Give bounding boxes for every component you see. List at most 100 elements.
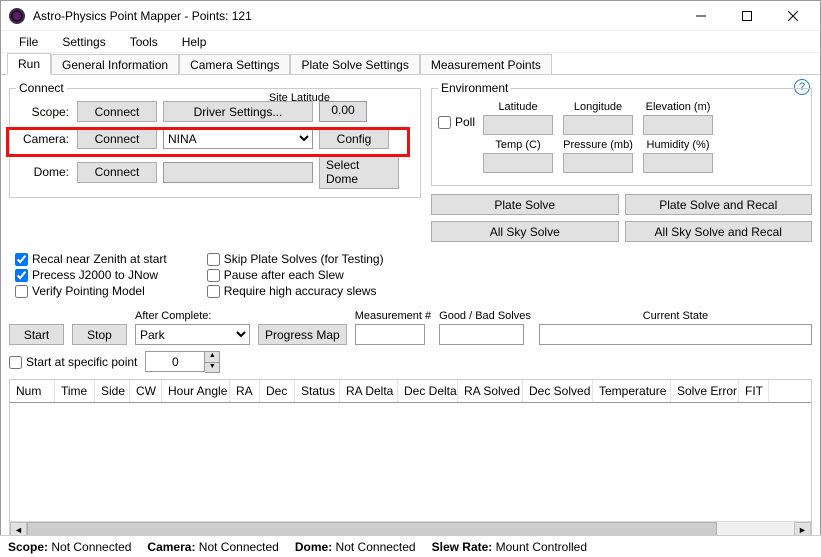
env-elev-value: [643, 115, 713, 135]
env-lat-value: [483, 115, 553, 135]
chk-verify-model-label: Verify Pointing Model: [32, 284, 145, 298]
status-scope-label: Scope:: [8, 540, 48, 554]
measurement-field[interactable]: [355, 324, 425, 345]
dome-connect-button[interactable]: Connect: [77, 162, 157, 183]
env-hum-label: Humidity (%): [647, 139, 710, 151]
poll-checkbox[interactable]: [438, 116, 451, 129]
col-num[interactable]: Num: [10, 380, 55, 402]
col-side[interactable]: Side: [95, 380, 130, 402]
chk-start-at-point-label: Start at specific point: [26, 355, 137, 369]
tab-plate-solve-settings[interactable]: Plate Solve Settings: [290, 54, 419, 75]
poll-label: Poll: [455, 115, 475, 129]
chk-high-accuracy[interactable]: [207, 285, 220, 298]
col-solve-error[interactable]: Solve Error: [671, 380, 739, 402]
scope-connect-button[interactable]: Connect: [77, 101, 157, 122]
col-ra[interactable]: RA: [230, 380, 260, 402]
close-button[interactable]: [770, 1, 816, 31]
chk-recal-zenith-label: Recal near Zenith at start: [32, 252, 167, 266]
status-scope-value: Not Connected: [51, 540, 131, 554]
status-slew-label: Slew Rate:: [432, 540, 493, 554]
env-press-value: [563, 153, 633, 173]
dome-name-field: [163, 162, 313, 183]
scope-label: Scope:: [16, 105, 71, 119]
start-at-point-value[interactable]: [145, 351, 205, 372]
col-temperature[interactable]: Temperature: [593, 380, 671, 402]
env-hum-value: [643, 153, 713, 173]
status-camera-label: Camera:: [147, 540, 195, 554]
chk-pause-slew[interactable]: [207, 269, 220, 282]
spin-up-icon[interactable]: ▲: [205, 352, 219, 362]
all-sky-solve-button[interactable]: All Sky Solve: [431, 221, 619, 242]
status-bar: Scope: Not Connected Camera: Not Connect…: [0, 535, 821, 557]
col-time[interactable]: Time: [55, 380, 95, 402]
plate-solve-recal-button[interactable]: Plate Solve and Recal: [625, 194, 813, 215]
env-press-label: Pressure (mb): [563, 139, 633, 151]
all-sky-recal-button[interactable]: All Sky Solve and Recal: [625, 221, 813, 242]
camera-config-button[interactable]: Config: [319, 128, 389, 149]
chk-skip-solves[interactable]: [207, 253, 220, 266]
measurement-label: Measurement #: [355, 310, 431, 322]
status-dome-value: Not Connected: [336, 540, 416, 554]
col-fit[interactable]: FIT: [739, 380, 769, 402]
driver-settings-button[interactable]: Driver Settings...: [163, 101, 313, 122]
menu-tools[interactable]: Tools: [120, 33, 168, 51]
chk-start-at-point[interactable]: [9, 356, 22, 369]
after-complete-label: After Complete:: [135, 310, 250, 322]
maximize-button[interactable]: [724, 1, 770, 31]
environment-legend: Environment: [438, 81, 511, 95]
menu-file[interactable]: File: [9, 33, 48, 51]
spin-down-icon[interactable]: ▼: [205, 362, 219, 372]
site-latitude-value: 0.00: [319, 101, 367, 122]
col-dec-delta[interactable]: Dec Delta: [398, 380, 458, 402]
env-temp-value: [483, 153, 553, 173]
env-lon-value: [563, 115, 633, 135]
col-dec[interactable]: Dec: [260, 380, 295, 402]
col-cw[interactable]: CW: [130, 380, 162, 402]
plate-solve-button[interactable]: Plate Solve: [431, 194, 619, 215]
chk-precess[interactable]: [15, 269, 28, 282]
chk-high-accuracy-label: Require high accuracy slews: [224, 284, 377, 298]
site-latitude-label: Site Latitude: [269, 92, 330, 104]
current-state-label: Current State: [643, 310, 708, 322]
tab-camera-settings[interactable]: Camera Settings: [179, 54, 290, 75]
col-dec-solved[interactable]: Dec Solved: [523, 380, 593, 402]
menubar: File Settings Tools Help: [1, 31, 820, 53]
tab-measurement-points[interactable]: Measurement Points: [420, 54, 552, 75]
window-title: Astro-Physics Point Mapper - Points: 121: [33, 9, 678, 23]
current-state-field[interactable]: [539, 324, 812, 345]
env-elev-label: Elevation (m): [646, 101, 711, 113]
camera-connect-button[interactable]: Connect: [77, 128, 157, 149]
minimize-button[interactable]: [678, 1, 724, 31]
after-complete-combo[interactable]: Park: [135, 324, 250, 345]
chk-skip-solves-label: Skip Plate Solves (for Testing): [224, 252, 384, 266]
environment-group: Environment Poll Latitude Longitude Elev…: [431, 81, 812, 186]
chk-precess-label: Precess J2000 to JNow: [32, 268, 158, 282]
stop-button[interactable]: Stop: [72, 324, 127, 345]
goodbad-label: Good / Bad Solves: [439, 310, 531, 322]
results-table[interactable]: Num Time Side CW Hour Angle RA Dec Statu…: [9, 379, 812, 539]
connect-group: Connect Site Latitude Scope: Connect Dri…: [9, 81, 421, 198]
goodbad-field[interactable]: [439, 324, 524, 345]
tabbar: Run General Information Camera Settings …: [1, 53, 820, 75]
chk-recal-zenith[interactable]: [15, 253, 28, 266]
tab-general-information[interactable]: General Information: [51, 54, 179, 75]
col-ra-delta[interactable]: RA Delta: [340, 380, 398, 402]
menu-settings[interactable]: Settings: [52, 33, 115, 51]
tab-run[interactable]: Run: [7, 53, 51, 75]
chk-pause-slew-label: Pause after each Slew: [224, 268, 344, 282]
env-lat-label: Latitude: [498, 101, 537, 113]
status-slew-value: Mount Controlled: [496, 540, 587, 554]
env-temp-label: Temp (C): [495, 139, 540, 151]
menu-help[interactable]: Help: [172, 33, 217, 51]
start-button[interactable]: Start: [9, 324, 64, 345]
col-ra-solved[interactable]: RA Solved: [458, 380, 523, 402]
col-status[interactable]: Status: [295, 380, 340, 402]
camera-combo[interactable]: NINA: [163, 128, 313, 149]
col-hour-angle[interactable]: Hour Angle: [162, 380, 230, 402]
select-dome-button[interactable]: Select Dome: [319, 155, 399, 189]
dome-label: Dome:: [16, 165, 71, 179]
chk-verify-model[interactable]: [15, 285, 28, 298]
env-lon-label: Longitude: [574, 101, 622, 113]
progress-map-button[interactable]: Progress Map: [258, 324, 347, 345]
camera-label: Camera:: [16, 132, 71, 146]
